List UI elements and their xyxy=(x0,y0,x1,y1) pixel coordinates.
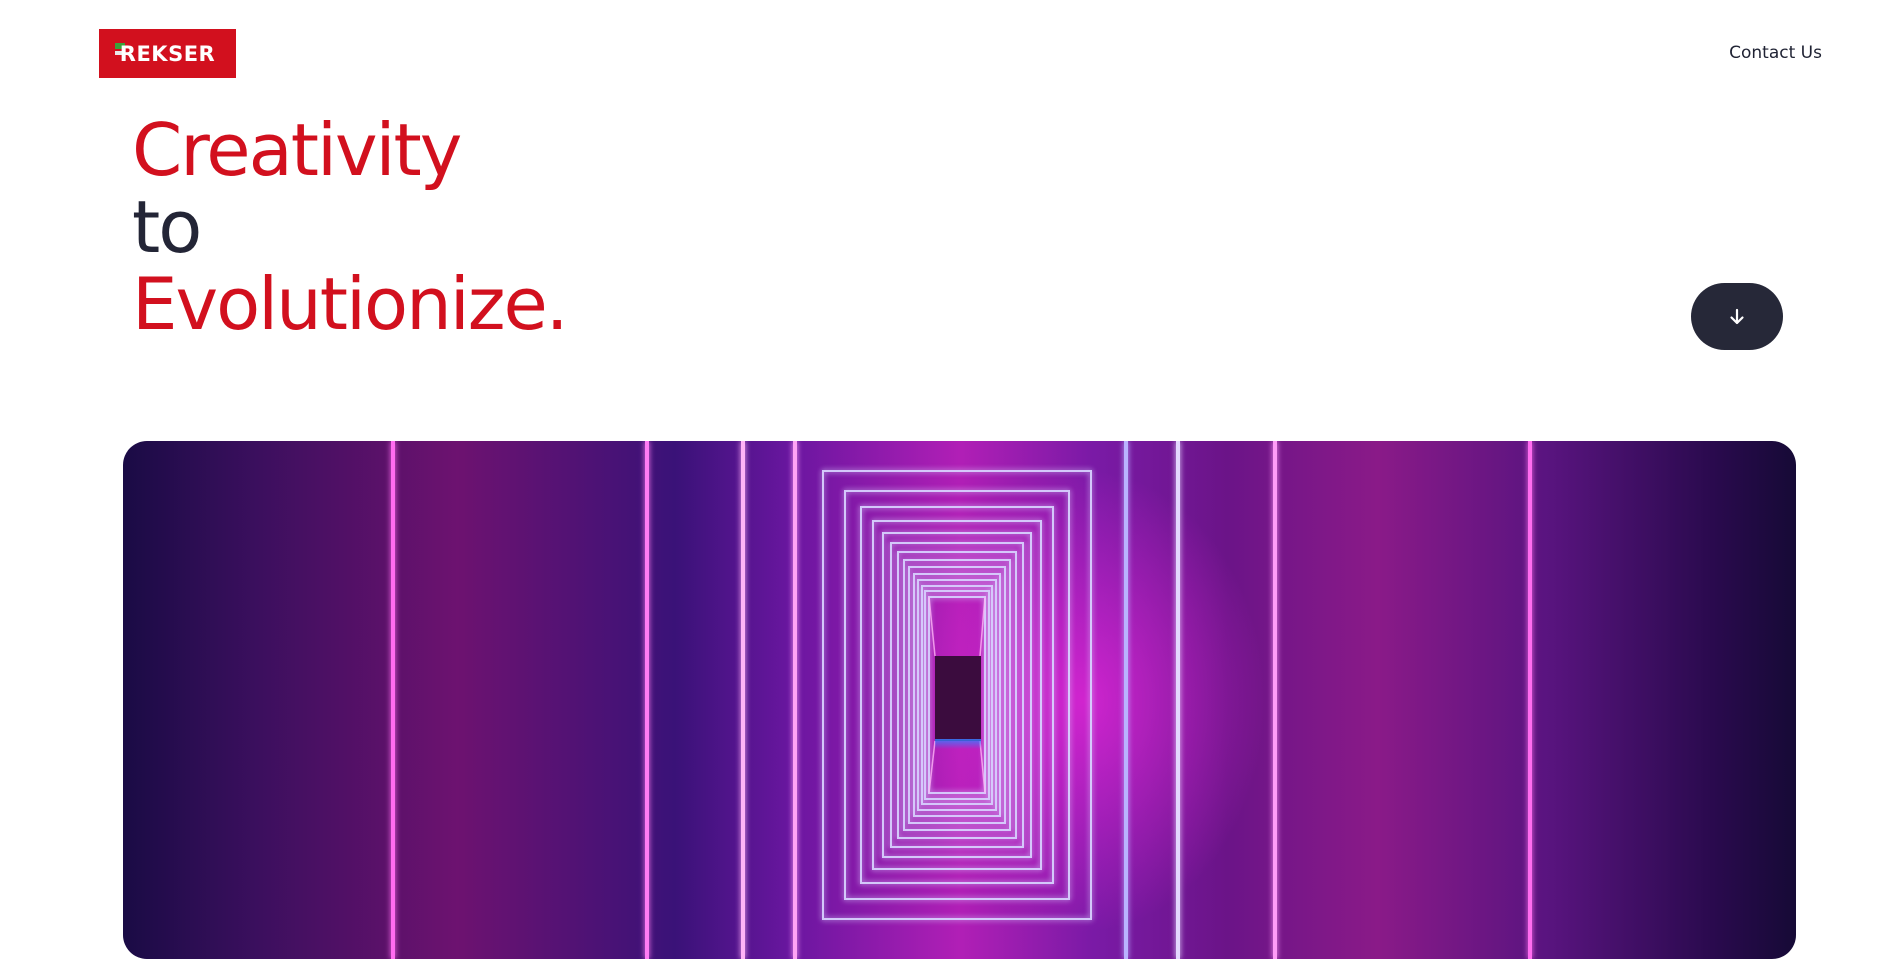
hero-banner-image xyxy=(123,441,1796,959)
page: REKSER Contact Us Creativity to Evolutio… xyxy=(0,0,1902,959)
logo-text: REKSER xyxy=(119,41,216,66)
contact-us-link[interactable]: Contact Us xyxy=(1729,43,1822,63)
headline-line-to: to xyxy=(132,185,202,269)
headline-line-evolutionize: Evolutionize. xyxy=(132,262,569,346)
neon-tunnel-graphic xyxy=(391,441,1532,959)
headline-line-creativity: Creativity xyxy=(132,108,462,192)
arrow-down-icon xyxy=(1730,308,1744,324)
logo[interactable]: REKSER xyxy=(99,29,236,78)
hero-headline: Creativity to Evolutionize. xyxy=(132,108,569,346)
scroll-down-button[interactable] xyxy=(1691,283,1783,350)
